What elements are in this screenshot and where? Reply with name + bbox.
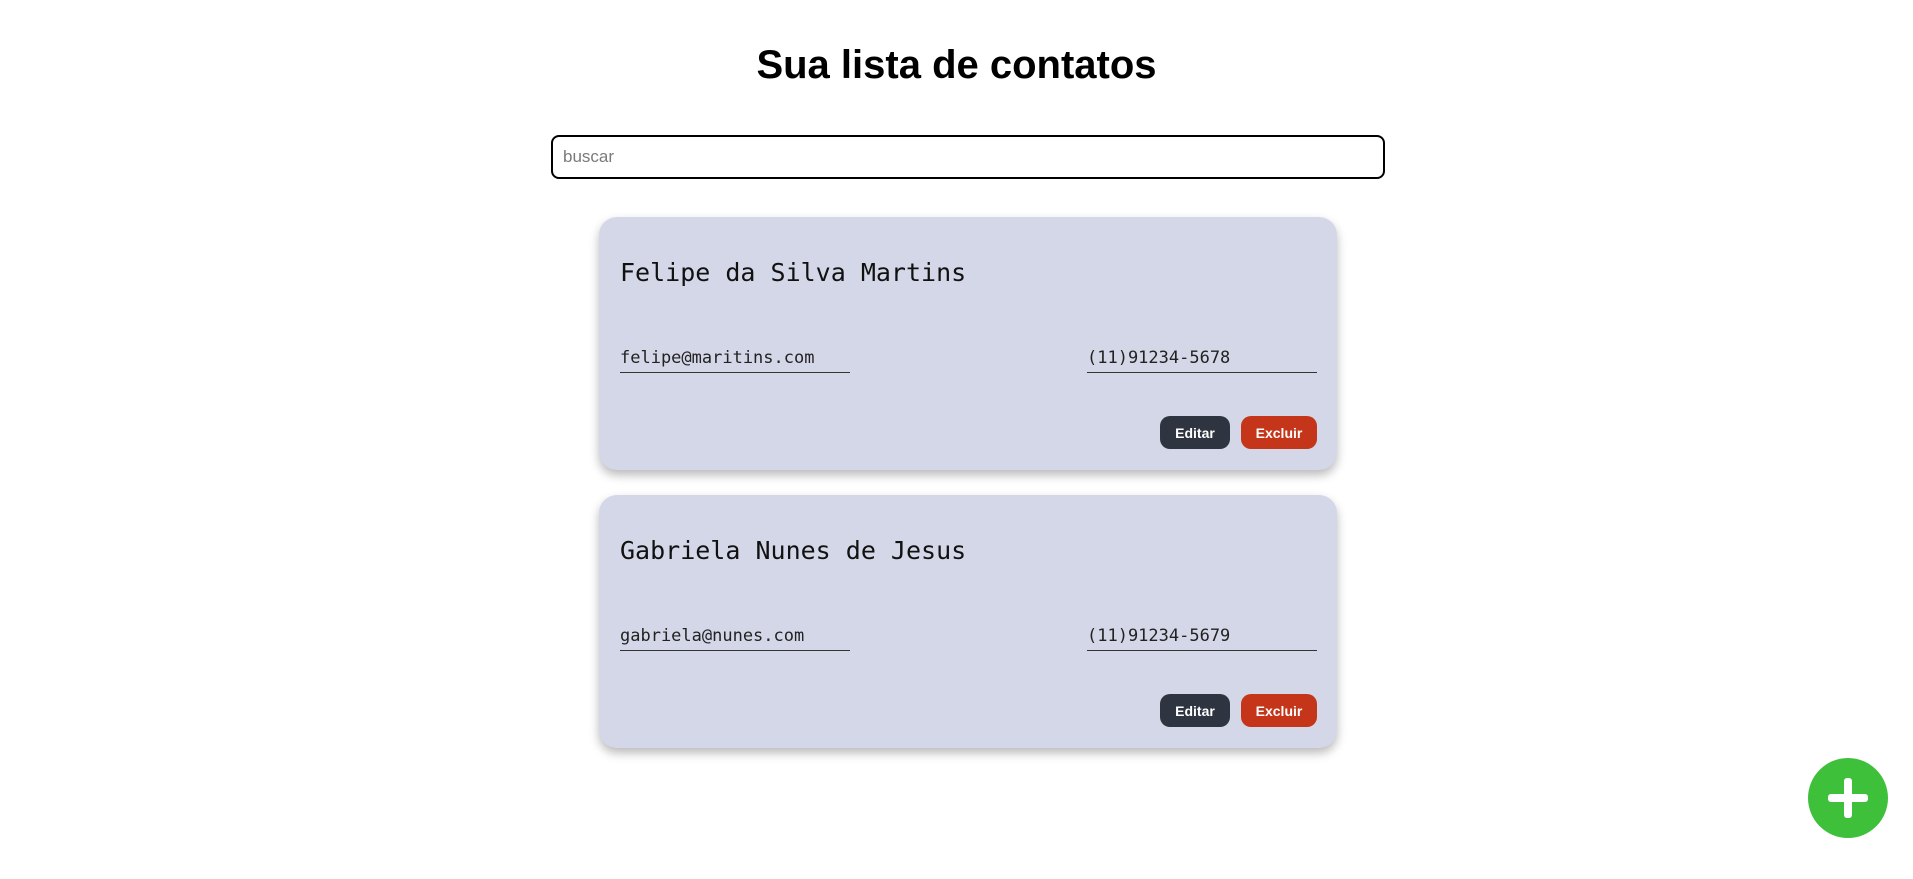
contact-email-field[interactable]: gabriela@nunes.com [620,625,850,651]
contact-phone-field[interactable]: (11)91234-5679 [1087,625,1317,651]
contact-card: Gabriela Nunes de Jesus gabriela@nunes.c… [599,495,1337,748]
search-input[interactable] [551,135,1385,179]
contact-email-field[interactable]: felipe@maritins.com [620,347,850,373]
plus-icon [1828,778,1868,818]
delete-button[interactable]: Excluir [1241,694,1317,727]
contact-card: Felipe da Silva Martins felipe@maritins.… [599,217,1337,470]
contacts-page: Sua lista de contatos Felipe da Silva Ma… [0,0,1913,879]
edit-button[interactable]: Editar [1160,416,1230,449]
contact-name: Gabriela Nunes de Jesus [620,536,967,565]
add-contact-button[interactable] [1808,758,1888,838]
contact-phone-field[interactable]: (11)91234-5678 [1087,347,1317,373]
edit-button[interactable]: Editar [1160,694,1230,727]
delete-button[interactable]: Excluir [1241,416,1317,449]
page-title: Sua lista de contatos [756,43,1157,87]
contact-name: Felipe da Silva Martins [620,258,967,287]
